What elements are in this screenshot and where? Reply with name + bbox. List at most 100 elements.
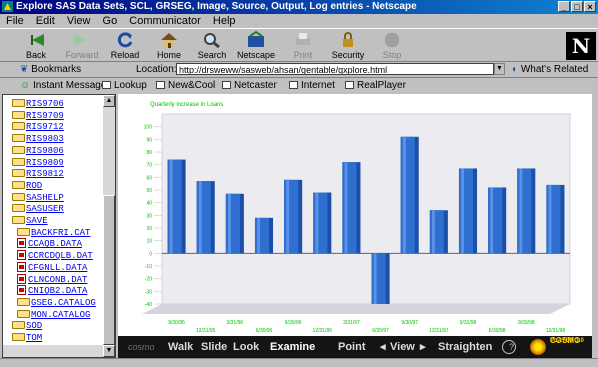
tree-item-link[interactable]: RIS9809 (26, 158, 64, 168)
tree-item-link[interactable]: CFGNLL.DATA (28, 263, 87, 273)
look-button[interactable]: Look (233, 336, 259, 358)
tree-item[interactable]: MON.CATALOG (17, 308, 90, 320)
menu-go[interactable]: Go (103, 15, 118, 27)
straighten-button[interactable]: Straighten (438, 336, 492, 358)
examine-button[interactable]: Examine (270, 336, 315, 358)
netscape-logo[interactable]: N (566, 32, 596, 60)
tree-item[interactable]: CFGNLL.DATA (17, 261, 87, 273)
tree-item[interactable]: CLNCONB.DAT (17, 273, 87, 285)
tree-item-link[interactable]: SASHELP (26, 193, 64, 203)
new-cool-button[interactable]: New&Cool (156, 78, 215, 93)
bar-face (429, 210, 444, 254)
tree-item-link[interactable]: CNIQB2.DATA (28, 286, 87, 296)
tree-item-link[interactable]: MON.CATALOG (31, 310, 90, 320)
x-tick-label: 3/31/97 (343, 320, 360, 326)
tree-item[interactable]: BACKFRI.CAT (17, 226, 90, 238)
reload-button[interactable]: Reload (103, 30, 147, 61)
tree-item[interactable]: SASUSER (12, 202, 64, 214)
menu-edit[interactable]: Edit (36, 15, 55, 27)
tree-item[interactable]: SASHELP (12, 191, 64, 203)
bookmark-page-icon (222, 81, 231, 90)
tree-item-link[interactable]: BACKFRI.CAT (31, 228, 90, 238)
url-dropdown-button[interactable]: ▼ (494, 63, 505, 75)
forward-button[interactable]: Forward (60, 30, 104, 61)
tree-item[interactable]: SOD (12, 319, 42, 331)
scroll-down-button[interactable]: ▼ (103, 345, 115, 357)
bar (225, 193, 244, 254)
tree-item[interactable]: RIS9812 (12, 167, 64, 179)
tree-item[interactable]: CCRCDQLB.DAT (17, 249, 93, 261)
tree-item[interactable]: RIS9803 (12, 132, 64, 144)
view-button[interactable]: View (390, 336, 415, 358)
print-button[interactable]: Print (281, 30, 325, 61)
view-prev-arrow-icon[interactable]: ◂ (380, 336, 386, 358)
search-button[interactable]: Search (190, 30, 234, 61)
tree-item-link[interactable]: RIS9709 (26, 111, 64, 121)
tree-item[interactable]: RIS9806 (12, 144, 64, 156)
y-tick-label: -10 (145, 264, 152, 270)
tree-item-link[interactable]: RIS9803 (26, 134, 64, 144)
walk-button[interactable]: Walk (168, 336, 193, 358)
tree-item[interactable]: GSEG.CATALOG (17, 296, 96, 308)
tree-item-link[interactable]: CCAQB.DATA (28, 239, 82, 249)
tree-item[interactable]: SAVE (12, 214, 48, 226)
tree-item-link[interactable]: RIS9812 (26, 169, 64, 179)
tree-item[interactable]: CNIQB2.DATA (17, 284, 87, 296)
bar (546, 184, 565, 254)
close-button[interactable]: × (584, 1, 596, 12)
scroll-thumb[interactable] (103, 195, 115, 345)
home-button[interactable]: Home (147, 30, 191, 61)
vrml-chart-viewer[interactable]: Quarterly increase in Loans -40 -30 -20 -10 0… (118, 94, 592, 336)
tree-item-link[interactable]: ROD (26, 181, 42, 191)
menu-file[interactable]: File (6, 15, 24, 27)
tree-item-link[interactable]: GSEG.CATALOG (31, 298, 96, 308)
y-tick-label: -30 (145, 289, 152, 295)
security-button[interactable]: Security (326, 30, 370, 61)
menu-communicator[interactable]: Communicator (129, 15, 201, 27)
netscape-button[interactable]: Netscape (234, 30, 278, 61)
bar-face (517, 168, 532, 254)
vertical-scrollbar[interactable]: ▲ ▼ (103, 95, 115, 357)
menu-help[interactable]: Help (213, 15, 236, 27)
realplayer-button[interactable]: RealPlayer (345, 78, 406, 93)
tree-item-link[interactable]: RIS9712 (26, 122, 64, 132)
tree-item[interactable]: TOM (12, 331, 42, 343)
instant-message-button[interactable]: ☺ Instant Message (20, 78, 106, 93)
tree-item-link[interactable]: SASUSER (26, 204, 64, 214)
lookup-button[interactable]: Lookup (102, 78, 147, 93)
tree-item[interactable]: RIS9709 (12, 109, 64, 121)
bar-highlight (461, 168, 465, 254)
url-input[interactable]: http://drsweww/sasweb/ahsan/gentable/gxp… (176, 63, 494, 75)
y-tick-label: 50 (146, 188, 152, 194)
tree-item[interactable]: CCAQB.DATA (17, 237, 82, 249)
maximize-button[interactable]: □ (571, 1, 583, 12)
bar-highlight (402, 136, 406, 254)
tree-item-link[interactable]: RIS9706 (26, 99, 64, 109)
stop-button[interactable]: Stop (370, 30, 414, 61)
menu-view[interactable]: View (67, 15, 91, 27)
tree-item[interactable]: RIS9712 (12, 120, 64, 132)
tree-item-link[interactable]: TOM (26, 333, 42, 343)
tree-item[interactable]: RIS9809 (12, 156, 64, 168)
bookmark-page-icon (289, 81, 298, 90)
point-button[interactable]: Point (338, 336, 366, 358)
tree-item-link[interactable]: RIS9806 (26, 146, 64, 156)
tree-item[interactable]: RIS9706 (12, 97, 64, 109)
tree-item-link[interactable]: CLNCONB.DAT (28, 275, 87, 285)
tree-item-link[interactable]: SOD (26, 321, 42, 331)
tree-item-link[interactable]: SAVE (26, 216, 48, 226)
horizontal-scrollbar[interactable] (3, 345, 103, 357)
tree-item[interactable]: ROD (12, 179, 42, 191)
slide-button[interactable]: Slide (201, 336, 227, 358)
netcaster-button[interactable]: Netcaster (222, 78, 277, 93)
view-next-arrow-icon[interactable]: ▸ (420, 336, 426, 358)
scroll-up-button[interactable]: ▲ (103, 95, 115, 107)
x-tick-label: 6/30/98 (489, 328, 506, 334)
minimize-button[interactable]: _ (558, 1, 570, 12)
internet-button[interactable]: Internet (289, 78, 335, 93)
whats-related-button[interactable]: ◐ What's Related (512, 64, 588, 75)
help-button[interactable]: ? (502, 340, 516, 354)
tree-item-link[interactable]: CCRCDQLB.DAT (28, 251, 93, 261)
bookmarks-button[interactable]: ❦ Bookmarks (20, 64, 81, 75)
back-button[interactable]: Back (14, 30, 58, 61)
